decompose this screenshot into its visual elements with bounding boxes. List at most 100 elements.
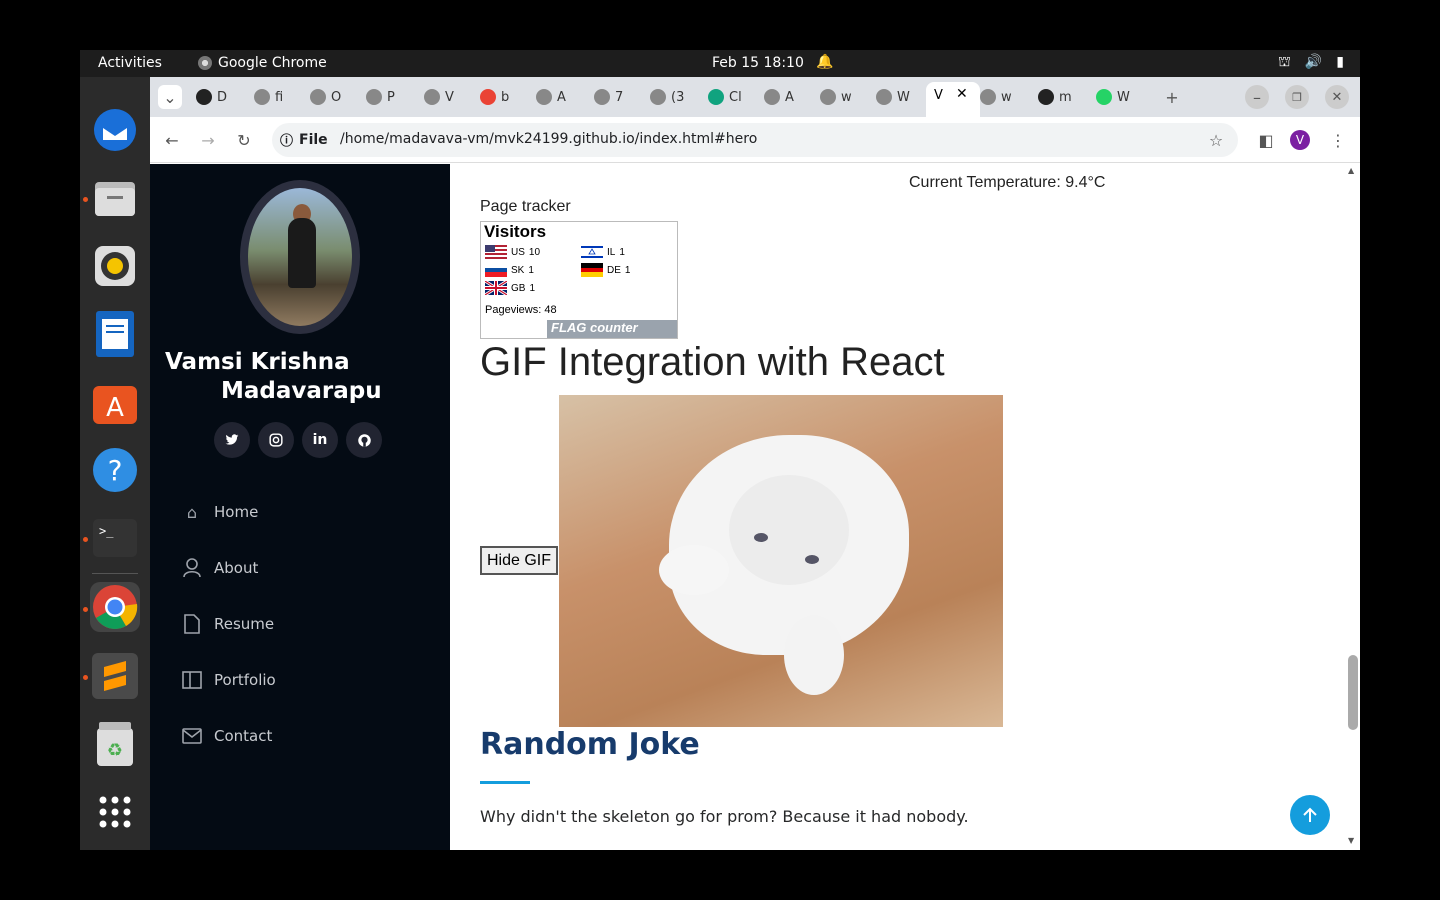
tab-4[interactable]: V [424,85,454,109]
linkedin-icon[interactable]: in [302,422,338,458]
app-center-icon[interactable]: A [90,377,140,427]
gmail-icon [480,89,496,105]
flag-counter-widget[interactable]: Visitors US 10 IL 1 SK 1 DE 1 GB 1 Pagev… [480,221,678,339]
home-icon: ⌂ [186,502,198,522]
active-tab[interactable]: V ✕ [926,82,980,117]
sk-flag-icon [485,263,507,277]
flag-row: US 10 [485,245,540,259]
country-count: 1 [529,282,536,294]
tab-strip: ⌄ Dfi O P Vb A 7 (3 Cl Aw Ww m W V ✕ + – ❐ ✕ [150,77,1360,117]
clock[interactable]: Feb 15 18:10 [712,55,804,71]
thunderbird-icon[interactable] [90,105,140,155]
person-icon [182,558,202,578]
info-icon: ⓘ [280,134,294,149]
tab-3[interactable]: P [366,85,395,109]
svg-text:?: ? [108,454,123,487]
nav-label: Resume [214,615,275,633]
restore-icon[interactable]: ❐ [1285,85,1309,109]
bookmark-star-icon[interactable]: ☆ [1204,128,1228,152]
nav-item-about[interactable]: About [182,558,258,578]
tab-0[interactable]: D [196,85,227,109]
sublime-icon[interactable] [90,651,140,701]
gif-section-title: GIF Integration with React [480,340,945,384]
tab-2[interactable]: O [310,85,341,109]
chatgpt-icon [708,89,724,105]
tab-9[interactable]: Cl [708,85,742,109]
hide-gif-button[interactable]: Hide GIF [480,546,558,575]
back-to-top-button[interactable] [1290,795,1330,835]
rhythmbox-icon[interactable] [90,241,140,291]
cat-gif-image [559,395,1003,727]
files-icon[interactable] [90,173,140,223]
help-icon[interactable]: ? [90,445,140,495]
nav-item-resume[interactable]: Resume [182,614,274,634]
new-tab-icon[interactable]: + [1160,85,1184,109]
tab-label: D [217,89,228,105]
reload-icon[interactable]: ↻ [232,128,256,152]
terminal-icon[interactable]: >_ [90,513,140,563]
system-tray[interactable]: ⛫ 🔊 ▮ [1278,54,1344,72]
country-code: US [511,246,525,258]
app-name: Google Chrome [218,55,327,71]
page-scrollbar[interactable]: ▲ ▼ [1346,164,1360,850]
globe-icon [310,89,326,105]
book-icon [182,670,202,690]
envelope-icon [182,726,202,746]
globe-icon [254,89,270,105]
minimize-icon[interactable]: – [1245,85,1269,109]
scroll-down-icon[interactable]: ▼ [1348,836,1354,845]
flag-row: SK 1 [485,263,534,277]
tab-label: (3 [671,89,685,105]
address-bar[interactable]: ⓘ File /home/madavava-vm/mvk24199.github… [272,123,1238,157]
flag-row: DE 1 [581,263,630,277]
tab-14[interactable]: w [980,85,1012,109]
tab-10[interactable]: A [764,85,794,109]
trash-icon[interactable]: ♻ [90,719,140,769]
tab-7[interactable]: 7 [594,85,623,109]
nav-item-contact[interactable]: Contact [182,726,272,746]
close-window-icon[interactable]: ✕ [1325,85,1349,109]
twitter-icon[interactable] [214,422,250,458]
nav-item-home[interactable]: ⌂ Home [182,502,258,522]
tab-16[interactable]: W [1096,85,1130,109]
app-menu[interactable]: Google Chrome [198,55,327,71]
back-icon[interactable]: ← [160,128,184,152]
tab-12[interactable]: W [876,85,910,109]
globe-icon [876,89,892,105]
scroll-up-icon[interactable]: ▲ [1348,166,1354,175]
scrollbar-thumb[interactable] [1348,655,1358,730]
tab-label: W [1117,89,1130,105]
tab-search-icon[interactable]: ⌄ [158,85,182,109]
writer-icon[interactable] [90,309,140,359]
bell-icon[interactable]: 🔔 [816,54,833,70]
sidebar: Vamsi Krishna Madavarapu in ⌂ Home About… [150,164,450,850]
scheme-label: File [299,131,328,148]
tab-6[interactable]: A [536,85,566,109]
desktop-screen: Activities Google Chrome Feb 15 18:10 🔔 … [80,50,1360,850]
tab-1[interactable]: fi [254,85,283,109]
tab-label: W [897,89,910,105]
page-tracker-label: Page tracker [480,198,571,215]
tab-label: w [1001,89,1012,105]
menu-kebab-icon[interactable]: ⋮ [1326,128,1350,152]
tab-5[interactable]: b [480,85,509,109]
tab-8[interactable]: (3 [650,85,684,109]
close-tab-icon[interactable]: ✕ [956,86,968,102]
side-panel-icon[interactable]: ◧ [1254,128,1278,152]
chrome-icon[interactable] [90,582,140,632]
pageviews-label: Pageviews: [485,304,542,316]
instagram-icon[interactable] [258,422,294,458]
tab-15[interactable]: m [1038,85,1072,109]
flag-row: GB 1 [485,281,535,295]
tab-label: 7 [615,89,624,105]
nav-item-portfolio[interactable]: Portfolio [182,670,276,690]
activities-button[interactable]: Activities [98,55,162,71]
tab-11[interactable]: w [820,85,852,109]
profile-avatar[interactable]: V [1290,130,1310,150]
github-icon[interactable] [346,422,382,458]
de-flag-icon [581,263,603,277]
battery-icon: ▮ [1336,54,1344,70]
forward-icon[interactable]: → [196,128,220,152]
app-grid-icon[interactable] [90,787,140,837]
site-info[interactable]: ⓘ File [280,130,328,150]
